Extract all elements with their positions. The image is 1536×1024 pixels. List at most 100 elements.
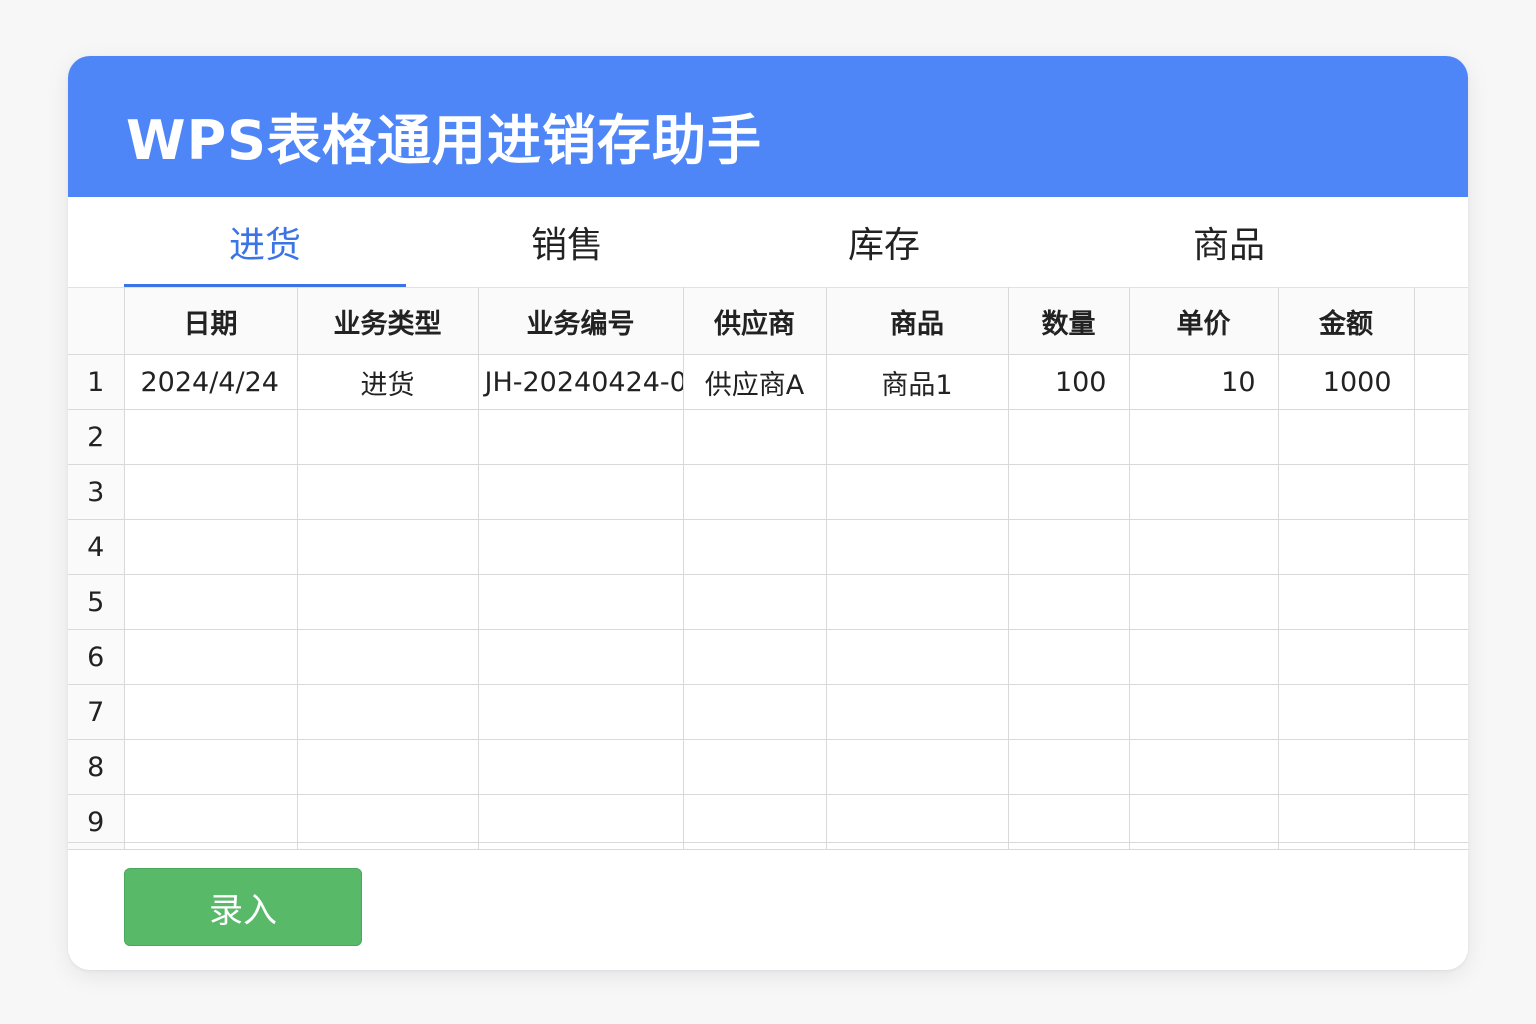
cell[interactable]: [1413, 739, 1468, 795]
column-header-unit-price[interactable]: 单价: [1128, 287, 1279, 355]
cell[interactable]: [1413, 684, 1468, 740]
cell[interactable]: [123, 464, 298, 520]
cell[interactable]: [1007, 409, 1130, 465]
cell[interactable]: [825, 629, 1009, 685]
cell[interactable]: [1413, 464, 1468, 520]
cell[interactable]: [1007, 684, 1130, 740]
cell[interactable]: [1277, 739, 1415, 795]
cell[interactable]: [477, 409, 684, 465]
row-number: 4: [68, 519, 125, 575]
cell[interactable]: [682, 739, 827, 795]
cell[interactable]: [123, 739, 298, 795]
tab-products[interactable]: 商品: [1088, 197, 1370, 287]
table-row: 5: [68, 574, 1468, 630]
column-header-quantity[interactable]: 数量: [1007, 287, 1130, 355]
cell[interactable]: [123, 629, 298, 685]
cell-amount[interactable]: 1000: [1277, 354, 1415, 410]
cell[interactable]: [682, 519, 827, 575]
cell[interactable]: [1128, 629, 1279, 685]
cell[interactable]: [1007, 574, 1130, 630]
cell[interactable]: [1128, 519, 1279, 575]
cell[interactable]: [477, 464, 684, 520]
cell[interactable]: [296, 629, 479, 685]
cell[interactable]: [123, 519, 298, 575]
cell-supplier[interactable]: 供应商A: [682, 354, 827, 410]
cell[interactable]: [296, 574, 479, 630]
cell[interactable]: [1128, 684, 1279, 740]
cell-type[interactable]: 进货: [296, 354, 479, 410]
cell[interactable]: [825, 684, 1009, 740]
row-number: 2: [68, 409, 125, 465]
cell[interactable]: [1007, 629, 1130, 685]
cell[interactable]: [1413, 574, 1468, 630]
cell[interactable]: [296, 684, 479, 740]
column-header-amount[interactable]: 金额: [1277, 287, 1415, 355]
cell[interactable]: [296, 409, 479, 465]
table-row: 4: [68, 519, 1468, 575]
cell[interactable]: [1277, 684, 1415, 740]
cell[interactable]: [825, 739, 1009, 795]
cell[interactable]: [1277, 464, 1415, 520]
cell[interactable]: [825, 464, 1009, 520]
cell[interactable]: [1007, 739, 1130, 795]
cell[interactable]: [825, 519, 1009, 575]
cell[interactable]: [1128, 739, 1279, 795]
column-header-type[interactable]: 业务类型: [296, 287, 479, 355]
cell[interactable]: [1128, 574, 1279, 630]
row-number: 7: [68, 684, 125, 740]
cell[interactable]: [825, 409, 1009, 465]
table-row: 3: [68, 464, 1468, 520]
corner-cell: [68, 287, 125, 355]
cell[interactable]: [1277, 574, 1415, 630]
cell[interactable]: [1007, 519, 1130, 575]
cell[interactable]: [123, 574, 298, 630]
app-title: WPS表格通用进销存助手: [126, 109, 763, 172]
cell[interactable]: [682, 574, 827, 630]
tab-inventory[interactable]: 库存: [743, 197, 1025, 287]
cell[interactable]: [682, 629, 827, 685]
cell[interactable]: [1128, 409, 1279, 465]
column-header-supplier[interactable]: 供应商: [682, 287, 827, 355]
row-number: 5: [68, 574, 125, 630]
cell[interactable]: [477, 574, 684, 630]
submit-button[interactable]: 录入: [124, 868, 362, 946]
cell-date[interactable]: 2024/4/24: [123, 354, 298, 410]
cell[interactable]: [296, 739, 479, 795]
cell[interactable]: [1277, 629, 1415, 685]
cell[interactable]: [1277, 519, 1415, 575]
cell-product[interactable]: 商品1: [825, 354, 1009, 410]
cell[interactable]: [682, 464, 827, 520]
cell[interactable]: [123, 409, 298, 465]
column-header-product[interactable]: 商品: [825, 287, 1009, 355]
cell[interactable]: [1128, 464, 1279, 520]
cell[interactable]: [1413, 629, 1468, 685]
cell-quantity[interactable]: 100: [1007, 354, 1130, 410]
cell[interactable]: [296, 519, 479, 575]
tab-sales[interactable]: 销售: [426, 197, 708, 287]
column-header-date[interactable]: 日期: [123, 287, 298, 355]
table-row: 2: [68, 409, 1468, 465]
data-grid: 日期 业务类型 业务编号 供应商 商品 数量 单价 金额 1 2024/4/24…: [68, 287, 1468, 850]
cell[interactable]: [296, 464, 479, 520]
cell[interactable]: [682, 409, 827, 465]
cell[interactable]: [1413, 519, 1468, 575]
cell[interactable]: [1277, 409, 1415, 465]
cell[interactable]: [123, 684, 298, 740]
tab-bar: 进货 销售 库存 商品: [68, 197, 1468, 287]
tab-purchase[interactable]: 进货: [124, 197, 406, 287]
cell[interactable]: [682, 684, 827, 740]
column-header-number[interactable]: 业务编号: [477, 287, 684, 355]
cell[interactable]: [1413, 409, 1468, 465]
cell-unit-price[interactable]: 10: [1128, 354, 1279, 410]
table-row: 7: [68, 684, 1468, 740]
cell[interactable]: [477, 519, 684, 575]
column-header-empty: [1413, 287, 1468, 355]
row-number: 8: [68, 739, 125, 795]
cell[interactable]: [477, 629, 684, 685]
cell[interactable]: [1007, 464, 1130, 520]
cell[interactable]: [825, 574, 1009, 630]
cell-empty[interactable]: [1413, 354, 1468, 410]
cell[interactable]: [477, 684, 684, 740]
cell-number[interactable]: JH-20240424-001: [477, 354, 684, 410]
cell[interactable]: [477, 739, 684, 795]
